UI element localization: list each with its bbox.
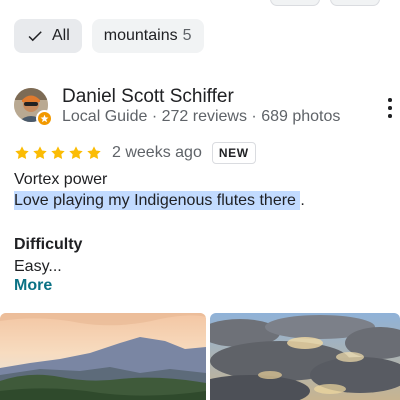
review-text-rest: .	[300, 192, 305, 209]
new-badge: NEW	[211, 142, 256, 164]
local-guide-badge-icon	[36, 110, 53, 127]
star-icon	[69, 146, 83, 160]
star-icon	[51, 146, 65, 160]
difficulty-text: Easy...	[14, 258, 62, 275]
star-icon	[15, 146, 29, 160]
star-icon	[33, 146, 47, 160]
reviewer-meta[interactable]: Local Guide · 272 reviews · 689 photos	[62, 108, 340, 126]
difficulty-heading: Difficulty	[14, 236, 83, 253]
more-vert-icon[interactable]	[387, 98, 393, 118]
filter-chip-mountains-label: mountains	[103, 27, 178, 44]
review-text-line: Vortex power	[14, 171, 108, 188]
review-page: All mountains 5 Daniel Scott Schiffer Lo…	[0, 0, 400, 400]
highlighted-text: Love playing my Indigenous flutes there	[14, 191, 301, 210]
prev-button-edge[interactable]	[270, 0, 320, 6]
review-text-line: Love playing my Indigenous flutes there …	[14, 191, 305, 210]
filter-chip-all-label: All	[52, 27, 70, 44]
prev-button-edge[interactable]	[330, 0, 380, 6]
reviewer-name[interactable]: Daniel Scott Schiffer	[62, 86, 234, 108]
star-rating	[14, 145, 102, 161]
check-icon	[26, 27, 44, 45]
rating-row: 2 weeks ago NEW	[14, 142, 256, 164]
filter-chips: All mountains 5	[14, 19, 204, 53]
more-link[interactable]: More	[14, 277, 52, 295]
filter-chip-mountains-count: 5	[182, 27, 192, 44]
review-photo[interactable]	[210, 313, 400, 400]
review-date: 2 weeks ago	[112, 144, 202, 161]
filter-chip-mountains[interactable]: mountains 5	[91, 19, 204, 53]
filter-chip-all[interactable]: All	[14, 19, 82, 53]
star-icon	[87, 146, 101, 160]
review-photo[interactable]	[0, 313, 206, 400]
